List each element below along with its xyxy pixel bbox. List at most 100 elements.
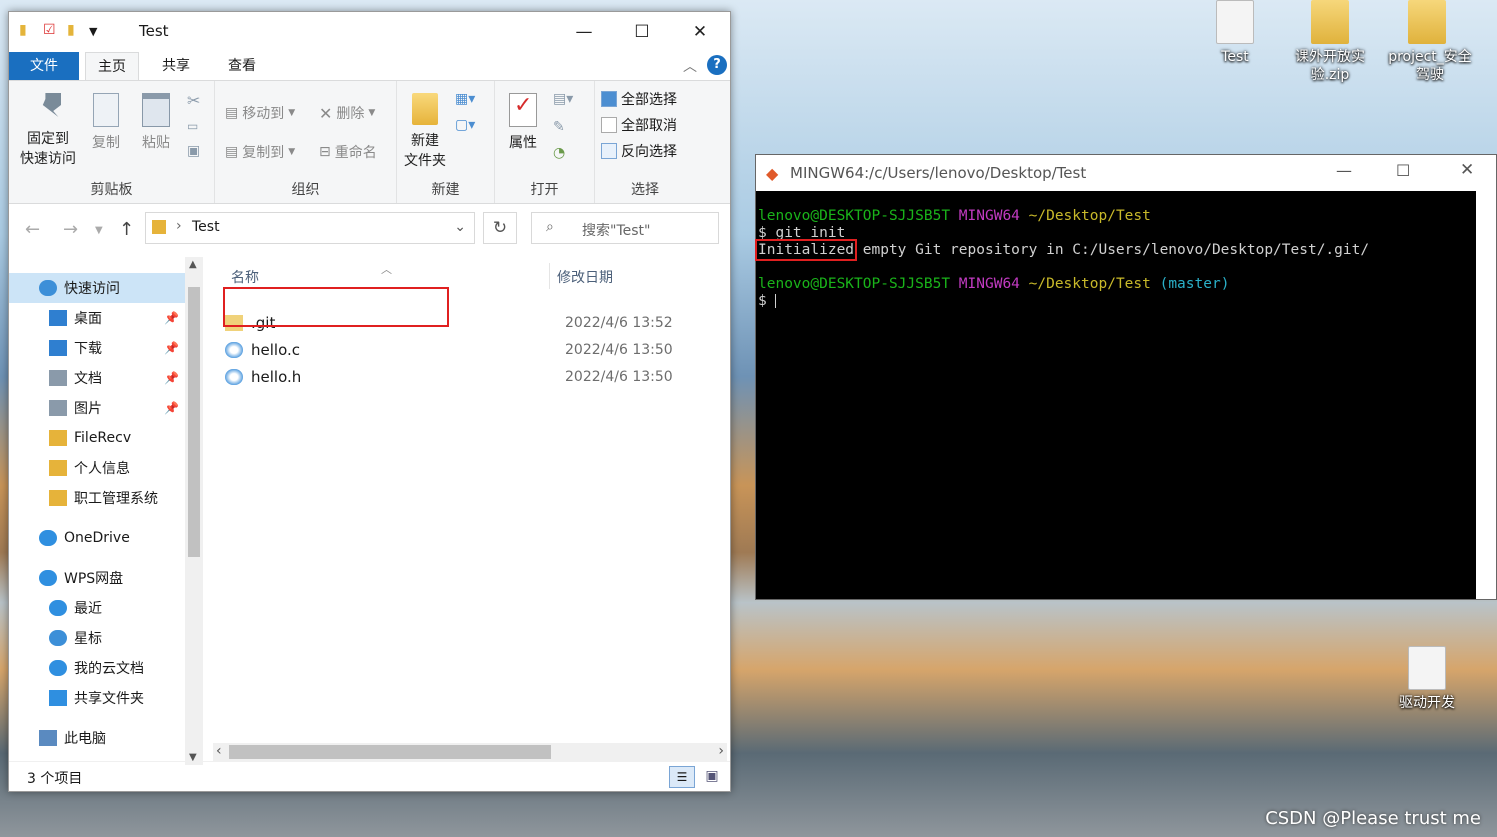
- sidebar-item[interactable]: 文档 📌: [9, 363, 185, 393]
- zip-icon: [1408, 0, 1446, 44]
- collapse-ribbon-icon[interactable]: ︿: [683, 56, 697, 76]
- desktop-icon-driver[interactable]: 驱动开发: [1382, 646, 1472, 712]
- navigation-pane: 快速访问桌面 📌 下载 📌 文档 📌 图片 📌 FileRecv 个人信息 职工管理系统 OneDri…: [9, 257, 185, 765]
- new-folder-icon[interactable]: ▮: [67, 22, 75, 38]
- sidebar-item[interactable]: 桌面 📌: [9, 303, 185, 333]
- scroll-right-icon[interactable]: ›: [718, 743, 724, 759]
- rename-icon: ⊟: [319, 144, 331, 160]
- column-header-modified[interactable]: 修改日期: [557, 267, 613, 287]
- sidebar-item[interactable]: FileRecv: [9, 423, 185, 453]
- select-all-button[interactable]: 全部选择: [601, 89, 677, 109]
- ribbon-tabs: 文件 主页 共享 查看 ︿ ?: [9, 52, 730, 80]
- chevron-down-icon: ▼: [288, 108, 296, 118]
- download-icon: [49, 340, 67, 356]
- sidebar-item[interactable]: 此电脑: [9, 723, 185, 753]
- sidebar-scrollbar[interactable]: ▲ ▼: [185, 257, 203, 765]
- new-item-icon[interactable]: ▦▾: [455, 91, 475, 107]
- properties-button[interactable]: 属性: [503, 93, 543, 153]
- file-modified: 2022/4/6 13:50: [565, 341, 673, 358]
- pin-icon[interactable]: 📌: [164, 311, 179, 325]
- rename-button[interactable]: ⊟ 重命名: [319, 142, 377, 162]
- paste-shortcut-icon[interactable]: ▣: [187, 143, 200, 159]
- terminal-scrollbar[interactable]: [1476, 191, 1496, 599]
- sidebar-item[interactable]: 星标: [9, 623, 185, 653]
- horizontal-scrollbar[interactable]: ‹ ›: [213, 743, 727, 761]
- copy-button[interactable]: 复制: [87, 93, 125, 153]
- search-input[interactable]: 搜索"Test": [582, 220, 650, 240]
- recent-locations-icon[interactable]: ▼: [95, 225, 103, 236]
- open-icon[interactable]: ▤▾: [553, 91, 573, 107]
- search-box[interactable]: ⌕ 搜索"Test": [531, 212, 719, 244]
- refresh-button[interactable]: ↻: [483, 212, 517, 244]
- chevron-down-icon[interactable]: ▼: [89, 25, 97, 38]
- sidebar-item-label: 快速访问: [64, 281, 120, 297]
- address-bar[interactable]: › Test ⌄: [145, 212, 475, 244]
- sidebar-item[interactable]: 快速访问: [9, 273, 185, 303]
- breadcrumb[interactable]: Test: [192, 219, 220, 235]
- desktop-icon-test[interactable]: Test: [1190, 0, 1280, 66]
- copy-to-button[interactable]: ▤ 复制到 ▼: [225, 142, 295, 162]
- tab-view[interactable]: 查看: [215, 52, 269, 80]
- easy-access-icon[interactable]: ▢▾: [455, 117, 475, 133]
- pin-icon[interactable]: 📌: [164, 371, 179, 385]
- scroll-left-icon[interactable]: ‹: [216, 743, 222, 759]
- new-folder-button[interactable]: 新建 文件夹: [401, 93, 449, 171]
- scrollbar-thumb[interactable]: [188, 287, 200, 557]
- maximize-button[interactable]: ☐: [1396, 161, 1410, 180]
- edit-icon[interactable]: ✎: [553, 119, 565, 135]
- terminal-output[interactable]: lenovo@DESKTOP-SJJSB5T MINGW64 ~/Desktop…: [754, 191, 1478, 599]
- file-list: 名称 ︿ 修改日期 .git 2022/4/6 13:52 hello.c 20…: [205, 257, 730, 765]
- sidebar-item[interactable]: 共享文件夹: [9, 683, 185, 713]
- desktop-icon-project[interactable]: project_安全驾驶: [1382, 0, 1472, 84]
- sidebar-item[interactable]: 图片 📌: [9, 393, 185, 423]
- chevron-down-icon[interactable]: ⌄: [454, 219, 466, 235]
- sidebar-item[interactable]: 最近: [9, 593, 185, 623]
- details-view-icon[interactable]: ☰: [669, 766, 695, 788]
- maximize-button[interactable]: ☐: [613, 12, 671, 52]
- delete-button[interactable]: ✕ 删除 ▼: [319, 103, 375, 123]
- sidebar-item[interactable]: 我的云文档: [9, 653, 185, 683]
- forward-arrow-icon[interactable]: →: [63, 219, 78, 240]
- cut-icon[interactable]: ✂: [187, 91, 200, 110]
- sidebar-item[interactable]: 职工管理系统: [9, 483, 185, 513]
- invert-selection-button[interactable]: 反向选择: [601, 141, 677, 161]
- help-icon[interactable]: ?: [707, 55, 727, 75]
- sidebar-item[interactable]: 下载 📌: [9, 333, 185, 363]
- minimize-button[interactable]: —: [555, 12, 613, 52]
- terminal-line: lenovo@DESKTOP-SJJSB5T MINGW64 ~/Desktop…: [758, 208, 1478, 225]
- desktop-icon-zip[interactable]: 课外开放实验.zip: [1285, 0, 1375, 84]
- properties-icon[interactable]: ☑: [43, 22, 56, 38]
- move-to-button[interactable]: ▤ 移动到 ▼: [225, 103, 295, 123]
- file-row[interactable]: hello.h 2022/4/6 13:50: [225, 363, 725, 390]
- scrollbar-thumb[interactable]: [229, 745, 551, 759]
- new-folder-icon: [412, 93, 438, 125]
- pin-icon[interactable]: 📌: [164, 401, 179, 415]
- tab-share[interactable]: 共享: [149, 52, 203, 80]
- paste-button[interactable]: 粘贴: [137, 93, 175, 153]
- pin-icon[interactable]: 📌: [164, 341, 179, 355]
- copy-path-icon[interactable]: ▭: [187, 119, 198, 133]
- close-button[interactable]: ✕: [671, 12, 729, 52]
- close-button[interactable]: ✕: [1460, 160, 1474, 180]
- column-header-name[interactable]: 名称: [231, 267, 259, 287]
- scroll-up-icon[interactable]: ▲: [189, 259, 197, 270]
- history-icon[interactable]: ◔: [553, 145, 565, 161]
- large-icons-view-icon[interactable]: ▣: [701, 766, 723, 788]
- back-arrow-icon[interactable]: ←: [25, 219, 40, 240]
- cloud-icon: [39, 530, 57, 546]
- group-label: 打开: [530, 182, 559, 198]
- column-divider[interactable]: [549, 263, 550, 289]
- select-none-button[interactable]: 全部取消: [601, 115, 677, 135]
- file-row[interactable]: hello.c 2022/4/6 13:50: [225, 336, 725, 363]
- sidebar-item[interactable]: 个人信息: [9, 453, 185, 483]
- sidebar-item[interactable]: OneDrive: [9, 523, 185, 553]
- minimize-button[interactable]: —: [1336, 161, 1352, 180]
- pin-quick-access-button[interactable]: 固定到 快速访问: [15, 93, 81, 169]
- rename-label: 重命名: [334, 145, 377, 161]
- group-label: 剪贴板: [90, 182, 133, 198]
- tab-home[interactable]: 主页: [85, 52, 139, 80]
- up-arrow-icon[interactable]: ↑: [119, 219, 134, 240]
- tab-file[interactable]: 文件: [9, 52, 79, 80]
- sidebar-item[interactable]: WPS网盘: [9, 563, 185, 593]
- select-all-icon: [601, 91, 617, 107]
